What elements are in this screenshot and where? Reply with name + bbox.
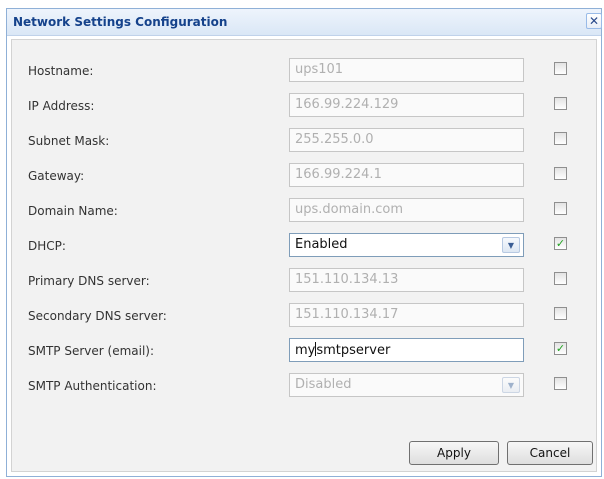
gateway-field[interactable]: 166.99.224.1 (289, 163, 524, 187)
row-hostname: Hostname: ups101 (12, 58, 596, 84)
cancel-button[interactable]: Cancel (507, 441, 593, 465)
domain-name-field[interactable]: ups.domain.com (289, 198, 524, 222)
dialog-titlebar: Network Settings Configuration ✕ (7, 9, 602, 36)
ip-address-field[interactable]: 166.99.224.129 (289, 93, 524, 117)
row-ip-address: IP Address: 166.99.224.129 (12, 93, 596, 119)
row-smtp-server: SMTP Server (email): mysmtpserver ✓ (12, 338, 596, 364)
row-gateway: Gateway: 166.99.224.1 (12, 163, 596, 189)
dialog-title: Network Settings Configuration (13, 15, 228, 29)
dhcp-select[interactable]: Enabled ▼ (289, 233, 524, 257)
smtp-server-value-end: smtpserver (316, 343, 391, 358)
settings-form: Hostname: ups101 IP Address: 166.99.224.… (11, 39, 597, 472)
hostname-label: Hostname: (28, 64, 94, 78)
hostname-field[interactable]: ups101 (289, 58, 524, 82)
smtp-server-value-start: my (295, 343, 316, 358)
chevron-down-icon[interactable]: ▼ (502, 377, 520, 393)
row-primary-dns: Primary DNS server: 151.110.134.13 (12, 268, 596, 294)
primary-dns-label: Primary DNS server: (28, 274, 150, 288)
primary-dns-checkbox[interactable] (554, 272, 567, 285)
secondary-dns-field[interactable]: 151.110.134.17 (289, 303, 524, 327)
apply-button[interactable]: Apply (409, 441, 499, 465)
secondary-dns-label: Secondary DNS server: (28, 309, 167, 323)
row-dhcp: DHCP: Enabled ▼ ✓ (12, 233, 596, 259)
ip-address-label: IP Address: (28, 99, 95, 113)
smtp-server-checkbox[interactable]: ✓ (554, 342, 567, 355)
subnet-mask-field[interactable]: 255.255.0.0 (289, 128, 524, 152)
secondary-dns-checkbox[interactable] (554, 307, 567, 320)
smtp-authentication-value: Disabled (295, 377, 352, 392)
dhcp-select-value: Enabled (295, 237, 348, 252)
row-subnet-mask: Subnet Mask: 255.255.0.0 (12, 128, 596, 154)
primary-dns-field[interactable]: 151.110.134.13 (289, 268, 524, 292)
ip-address-checkbox[interactable] (554, 97, 567, 110)
smtp-authentication-select[interactable]: Disabled ▼ (289, 373, 524, 397)
row-smtp-authentication: SMTP Authentication: Disabled ▼ (12, 373, 596, 399)
domain-name-label: Domain Name: (28, 204, 118, 218)
row-secondary-dns: Secondary DNS server: 151.110.134.17 (12, 303, 596, 329)
gateway-label: Gateway: (28, 169, 85, 183)
smtp-server-field[interactable]: mysmtpserver (289, 338, 524, 362)
subnet-mask-label: Subnet Mask: (28, 134, 110, 148)
domain-name-checkbox[interactable] (554, 202, 567, 215)
chevron-down-icon[interactable]: ▼ (502, 237, 520, 253)
dhcp-label: DHCP: (28, 239, 66, 253)
gateway-checkbox[interactable] (554, 167, 567, 180)
network-settings-dialog: Network Settings Configuration ✕ Hostnam… (6, 8, 602, 477)
row-domain-name: Domain Name: ups.domain.com (12, 198, 596, 224)
close-icon[interactable]: ✕ (586, 13, 602, 29)
hostname-checkbox[interactable] (554, 62, 567, 75)
subnet-mask-checkbox[interactable] (554, 132, 567, 145)
dhcp-checkbox[interactable]: ✓ (554, 237, 567, 250)
smtp-authentication-label: SMTP Authentication: (28, 379, 157, 393)
smtp-authentication-checkbox[interactable] (554, 377, 567, 390)
smtp-server-label: SMTP Server (email): (28, 344, 155, 358)
